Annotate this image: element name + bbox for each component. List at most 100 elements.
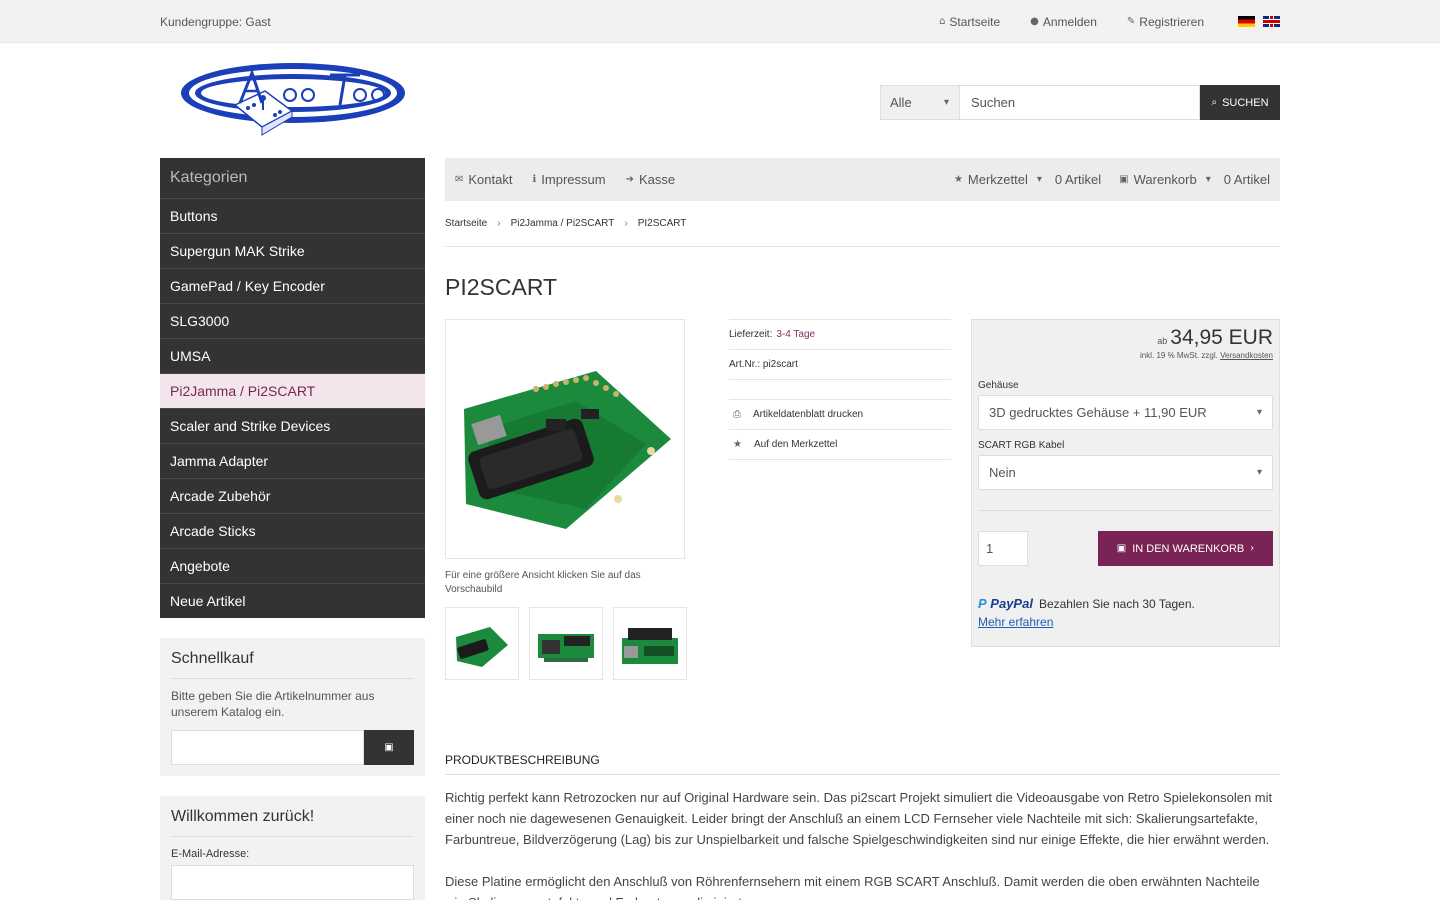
home-link[interactable]: ⌂ Startseite: [939, 15, 1000, 29]
wishlist-link[interactable]: ★ Merkzettel ▾ 0 Artikel: [954, 172, 1101, 187]
option-cable-select[interactable]: Nein ▾: [978, 455, 1273, 490]
info-icon: ℹ: [532, 174, 537, 185]
breadcrumb-current: PI2SCART: [637, 218, 687, 229]
category-item[interactable]: Arcade Zubehör: [160, 478, 425, 513]
print-datasheet-link[interactable]: ⎙ Artikeldatenblatt drucken: [729, 399, 951, 429]
header: Alle ▾ Suchen ⌕ SUCHEN: [160, 43, 1280, 158]
product-image[interactable]: [445, 319, 685, 559]
nav-contact-label: Kontakt: [468, 172, 513, 187]
sku: Art.Nr.: pi2scart: [729, 349, 951, 379]
cart-icon: ▣: [1116, 543, 1127, 554]
nav-checkout-label: Kasse: [638, 172, 676, 187]
wishlist-label: Merkzettel: [967, 172, 1028, 187]
breadcrumb-category[interactable]: Pi2Jamma / Pi2SCART: [511, 218, 615, 229]
thumbnail[interactable]: [529, 607, 603, 680]
add-to-wishlist-label: Auf den Merkzettel: [753, 439, 838, 450]
home-icon: ⌂: [939, 16, 946, 27]
search-input[interactable]: Suchen: [960, 85, 1200, 120]
register-link[interactable]: ✎ Registrieren: [1127, 15, 1204, 29]
chevron-right-icon: ›: [497, 218, 501, 229]
search-category-value: Alle: [890, 95, 912, 110]
category-item[interactable]: GamePad / Key Encoder: [160, 268, 425, 303]
category-item[interactable]: Neue Artikel: [160, 583, 425, 618]
option-cable-label: SCART RGB Kabel: [978, 440, 1065, 451]
breadcrumb: Startseite › Pi2Jamma / Pi2SCART › PI2SC…: [445, 201, 1280, 247]
price-value: 34,95 EUR: [1170, 326, 1273, 349]
top-bar: Kundengruppe: Gast ⌂ Startseite ● Anmeld…: [0, 0, 1440, 43]
tax-text: inkl. 19 % MwSt. zzgl.: [1140, 351, 1218, 360]
option-housing-select[interactable]: 3D gedrucktes Gehäuse + 11,90 EUR ▾: [978, 395, 1273, 430]
quickbuy-box: Schnellkauf Bitte geben Sie die Artikeln…: [160, 638, 425, 776]
quantity-input[interactable]: 1: [978, 531, 1028, 566]
english-flag-icon[interactable]: [1263, 16, 1280, 27]
chevron-right-icon: ›: [624, 218, 628, 229]
cart-count: 0 Artikel: [1223, 172, 1270, 187]
cart-label: Warenkorb: [1133, 172, 1197, 187]
tax-info: inkl. 19 % MwSt. zzgl. Versandkosten: [978, 351, 1273, 360]
page-title: PI2SCART: [445, 274, 558, 300]
nav-imprint-label: Impressum: [541, 172, 606, 187]
login-link[interactable]: ● Anmelden: [1030, 15, 1097, 29]
shop-logo[interactable]: [180, 61, 410, 141]
login-box: Willkommen zurück! E-Mail-Adresse:: [160, 796, 425, 900]
category-item[interactable]: SLG3000: [160, 303, 425, 338]
german-flag-icon[interactable]: [1238, 16, 1255, 27]
description-paragraph: Richtig perfekt kann Retrozocken nur auf…: [445, 790, 1273, 847]
breadcrumb-home[interactable]: Startseite: [445, 218, 487, 229]
customer-group: Kundengruppe: Gast: [160, 14, 271, 29]
main-content: ✉ Kontakt ℹ Impressum ➜ Kasse ★ Merkzett…: [445, 158, 1280, 900]
chevron-down-icon: ▾: [1256, 407, 1262, 418]
user-icon: ●: [1030, 16, 1039, 27]
register-link-label: Registrieren: [1139, 14, 1204, 29]
description-paragraph: Diese Platine ermöglicht den Anschluß vo…: [445, 874, 1260, 900]
category-item[interactable]: UMSA: [160, 338, 425, 373]
add-to-wishlist-link[interactable]: ★ Auf den Merkzettel: [729, 429, 951, 460]
envelope-icon: ✉: [455, 174, 464, 185]
email-field[interactable]: [171, 865, 414, 900]
star-icon: ★: [733, 439, 742, 450]
paypal-banner: P PayPal Bezahlen Sie nach 30 Tagen.: [978, 596, 1273, 611]
quickbuy-input[interactable]: [171, 730, 364, 765]
search-placeholder: Suchen: [971, 95, 1016, 110]
add-to-cart-label: IN DEN WARENKORB: [1132, 542, 1245, 555]
thumbnail-image: [538, 633, 594, 662]
option-cable-value: Nein: [989, 465, 1016, 480]
nav-checkout[interactable]: ➜ Kasse: [626, 172, 676, 187]
quickbuy-button[interactable]: ▣: [364, 730, 414, 765]
print-icon: ⎙: [733, 409, 741, 420]
paypal-brand: PayPal: [990, 596, 1033, 611]
nav-imprint[interactable]: ℹ Impressum: [532, 172, 605, 187]
cart-icon: ▣: [1119, 174, 1129, 185]
category-item[interactable]: Buttons: [160, 198, 425, 233]
thumbnail-list: [445, 607, 687, 680]
price-prefix: ab: [1157, 336, 1168, 346]
category-item[interactable]: Jamma Adapter: [160, 443, 425, 478]
add-to-cart-button[interactable]: ▣ IN DEN WARENKORB ›: [1098, 531, 1273, 566]
categories-title: Kategorien: [160, 158, 425, 198]
nav-contact[interactable]: ✉ Kontakt: [455, 172, 512, 187]
thumbnail-image: [456, 626, 508, 667]
category-list: Buttons Supergun MAK Strike GamePad / Ke…: [160, 198, 425, 618]
home-link-label: Startseite: [949, 14, 1001, 29]
search-button[interactable]: ⌕ SUCHEN: [1200, 85, 1280, 120]
sidebar: Kategorien Buttons Supergun MAK Strike G…: [160, 158, 425, 900]
category-item[interactable]: Angebote: [160, 548, 425, 583]
category-item[interactable]: Arcade Sticks: [160, 513, 425, 548]
category-item[interactable]: Supergun MAK Strike: [160, 233, 425, 268]
thumbnail[interactable]: [445, 607, 519, 680]
category-item-active[interactable]: Pi2Jamma / Pi2SCART: [160, 373, 425, 408]
paypal-more-link[interactable]: Mehr erfahren: [978, 615, 1273, 629]
option-housing-value: 3D gedrucktes Gehäuse + 11,90 EUR: [989, 405, 1207, 420]
search-category-select[interactable]: Alle ▾: [880, 85, 960, 120]
shipping-costs-link[interactable]: Versandkosten: [1220, 351, 1273, 360]
star-icon: ★: [953, 174, 963, 185]
description-heading: PRODUKTBESCHREIBUNG: [445, 753, 1280, 775]
paypal-text: Bezahlen Sie nach 30 Tagen.: [1038, 596, 1195, 611]
cart-link[interactable]: ▣ Warenkorb ▾ 0 Artikel: [1119, 172, 1270, 187]
chevron-down-icon: ▾: [943, 97, 949, 108]
thumbnail[interactable]: [613, 607, 687, 680]
nav-bar: ✉ Kontakt ℹ Impressum ➜ Kasse ★ Merkzett…: [445, 158, 1280, 201]
category-item[interactable]: Scaler and Strike Devices: [160, 408, 425, 443]
quickbuy-text: Bitte geben Sie die Artikelnummer aus un…: [171, 689, 375, 719]
login-link-label: Anmelden: [1042, 14, 1097, 29]
